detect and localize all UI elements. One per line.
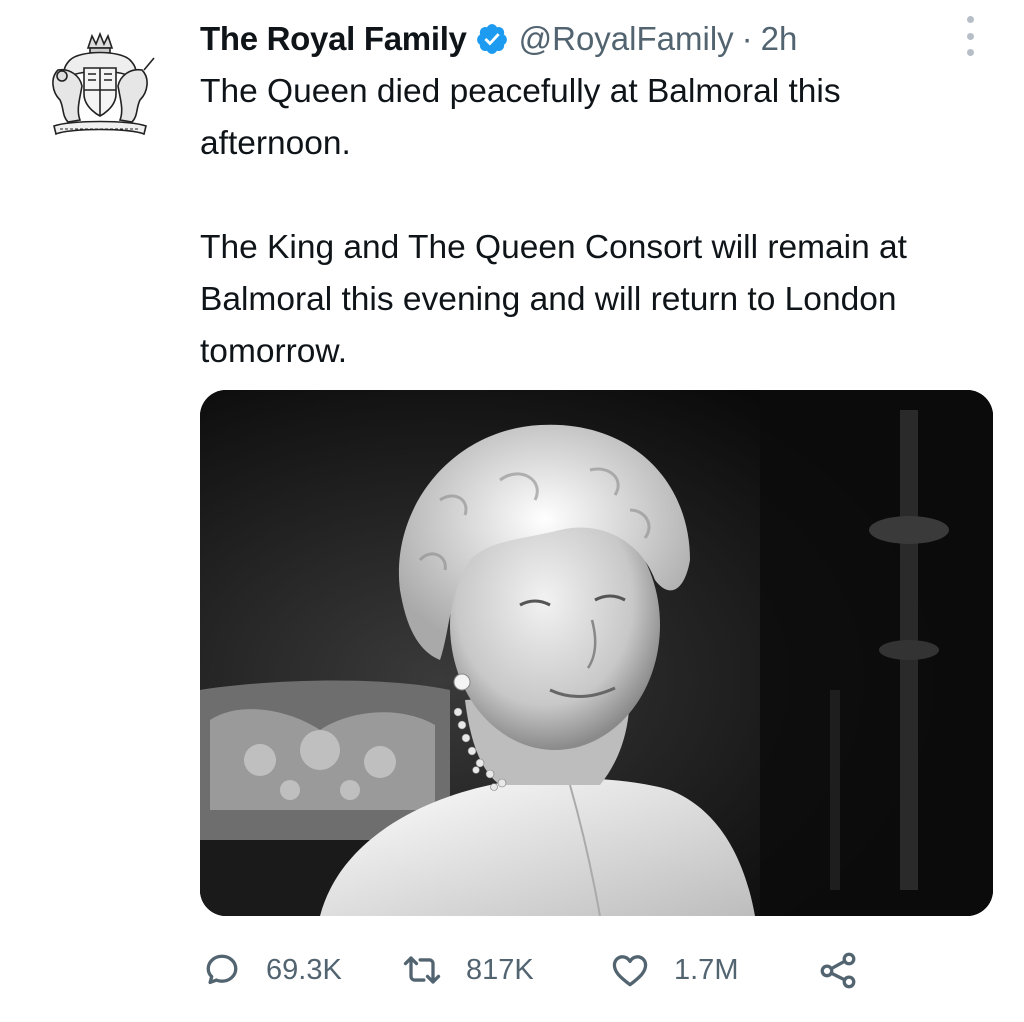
retweet-icon (403, 956, 441, 984)
portrait-photo-icon (200, 390, 993, 916)
more-options-icon[interactable] (958, 16, 982, 56)
like-button[interactable]: 1.7M (608, 940, 738, 1000)
tweet-paragraph-2: The King and The Queen Consort will rema… (200, 229, 907, 370)
separator-dot: · (741, 20, 753, 57)
author-handle[interactable]: @RoyalFamily (519, 20, 734, 58)
author-name[interactable]: The Royal Family (200, 20, 467, 58)
retweet-count: 817K (466, 953, 534, 986)
share-icon (820, 952, 856, 989)
share-button[interactable] (816, 940, 860, 1000)
tweet-header: The Royal Family @RoyalFamily · 2h (200, 14, 1000, 64)
reply-button[interactable]: 69.3K (200, 940, 342, 1000)
like-count: 1.7M (674, 953, 739, 986)
tweet-text: The Queen died peacefully at Balmoral th… (200, 66, 1000, 378)
verified-badge-icon (475, 22, 509, 56)
tweet-paragraph-1: The Queen died peacefully at Balmoral th… (200, 73, 841, 162)
heart-icon (612, 955, 648, 987)
avatar[interactable] (40, 30, 160, 142)
reply-icon (206, 954, 238, 985)
reply-count: 69.3K (266, 953, 342, 986)
retweet-button[interactable]: 817K (400, 940, 534, 1000)
tweet-media-photo[interactable] (200, 390, 993, 916)
coat-of-arms-icon (52, 31, 155, 136)
tweet-actions: 69.3K 817K 1.7M (200, 940, 1000, 1000)
tweet-time[interactable]: 2h (761, 20, 798, 58)
